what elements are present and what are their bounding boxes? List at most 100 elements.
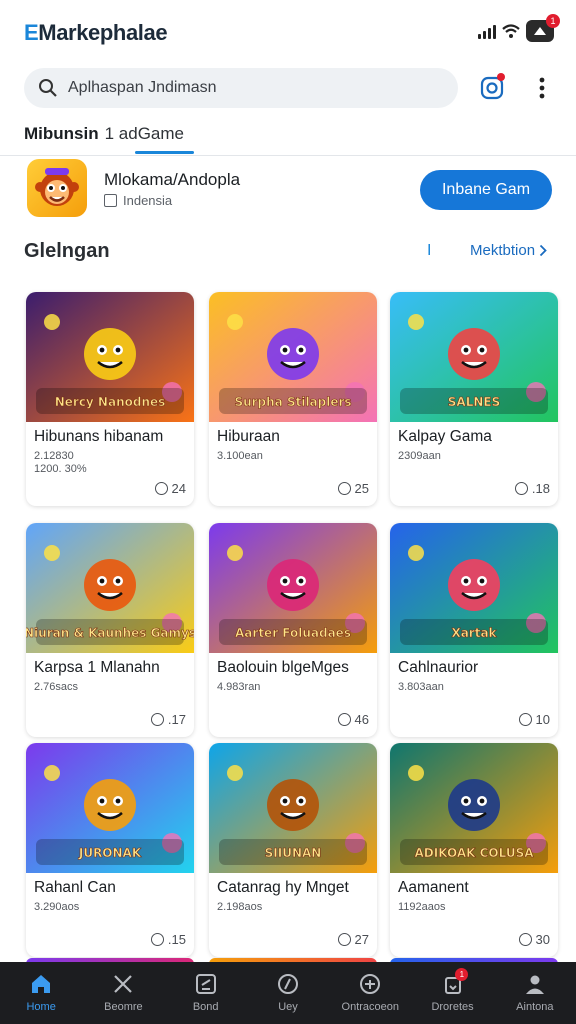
game-count-value: 46: [354, 712, 369, 727]
nav-item-cross[interactable]: Beomre: [82, 962, 164, 1024]
search-icon: [39, 79, 57, 97]
clock-icon: [514, 482, 528, 495]
tab-divider: [0, 155, 576, 156]
clock-icon: [337, 933, 351, 946]
game-card[interactable]: Surpha Stilaplers Hiburaan 3.100ean 25: [209, 292, 377, 506]
game-card[interactable]: SALNES Kalpay Gama 2309aan .18: [390, 292, 558, 506]
thumbnail-title: Niuran & Kaunhes Gamys: [26, 626, 194, 640]
game-card[interactable]: SIIUNAN Catanrag hy Mnget 2.198aos 27: [209, 743, 377, 957]
nav-item-person[interactable]: Aintona: [494, 962, 576, 1024]
clock-icon: [150, 713, 164, 726]
home-icon: [29, 972, 53, 996]
thumbnail-title: JURONAK: [78, 846, 142, 860]
compass-icon: [276, 972, 300, 996]
game-meta: 2.76sacs: [34, 681, 79, 693]
clock-icon: [150, 933, 164, 946]
more-options-button[interactable]: [526, 72, 558, 104]
game-count: 25: [337, 481, 369, 496]
featured-subtitle: Indensia: [104, 193, 172, 208]
logo-mark: E: [24, 20, 39, 45]
game-card[interactable]: ADIKOAK COLUSA Aamanent 1192aaos 30: [390, 743, 558, 957]
instagram-button[interactable]: [476, 72, 508, 104]
tab-bar: Mibunsin 1 adGame: [24, 124, 194, 156]
thumbnail-title: SALNES: [448, 395, 500, 409]
tab-main[interactable]: Mibunsin: [24, 124, 99, 144]
game-meta: 3.803aan: [398, 681, 444, 693]
notification-badge: 1: [546, 14, 560, 28]
game-count: 27: [337, 932, 369, 947]
game-title: Kalpay Gama: [398, 428, 492, 445]
section-separator: I: [427, 242, 432, 259]
person-icon: [523, 972, 547, 996]
game-thumbnail: SALNES: [390, 292, 558, 422]
game-thumbnail: JURONAK: [26, 743, 194, 873]
tab-games[interactable]: 1 adGame: [105, 124, 194, 154]
nav-label: Home: [26, 1001, 56, 1013]
clock-icon: [337, 713, 351, 726]
game-card[interactable]: Nercy Nanodnes Hibunans hibanam 2.12830 120…: [26, 292, 194, 506]
featured-title: Mlokama/Andopla: [104, 170, 241, 189]
nav-label: Bond: [192, 1001, 219, 1013]
game-count: 24: [154, 481, 186, 496]
search-bar[interactable]: [24, 68, 458, 108]
game-card[interactable]: Xartak Cahlnaurior 3.803aan 10: [390, 523, 558, 737]
game-count-value: .17: [167, 712, 186, 727]
circle-plus-icon: [358, 972, 382, 996]
clock-icon: [154, 482, 168, 495]
signal-icon: [478, 23, 496, 39]
more-vertical-icon: [539, 77, 545, 99]
nav-item-compass[interactable]: Uey: [247, 962, 329, 1024]
game-card[interactable]: JURONAK Rahanl Can 3.290aos .15: [26, 743, 194, 957]
game-count: 46: [337, 712, 369, 727]
nav-label: Ontracoeon: [341, 1001, 399, 1013]
region-tag-icon: [104, 194, 117, 207]
app-logo[interactable]: EMarkephalae: [24, 20, 168, 46]
tab-underline: [134, 151, 194, 154]
nav-item-note[interactable]: Bond: [165, 962, 247, 1024]
thumbnail-title: Aarter Foluadaes: [235, 626, 351, 640]
game-count-value: 24: [171, 481, 186, 496]
game-meta-secondary: 1200. 30%: [34, 463, 87, 475]
game-title: Karpsa 1 Mlanahn: [34, 659, 160, 676]
clock-icon: [518, 933, 532, 946]
search-input[interactable]: [68, 79, 428, 97]
game-title: Aamanent: [398, 879, 469, 896]
game-thumbnail: Xartak: [390, 523, 558, 653]
nav-badge: 1: [455, 968, 469, 981]
bottom-nav: Home Beomre Bond Uey Ontracoeon Droretes 1 Aint…: [0, 962, 576, 1024]
game-meta: 4.983ran: [217, 681, 261, 693]
nav-item-home[interactable]: Home: [0, 962, 82, 1024]
game-meta: 3.100ean: [217, 450, 263, 462]
cross-icon: [111, 972, 135, 996]
game-meta: 3.290aos: [34, 901, 80, 913]
game-thumbnail: Niuran & Kaunhes Gamys: [26, 523, 194, 653]
game-card[interactable]: Niuran & Kaunhes Gamys Karpsa 1 Mlanahn 2.…: [26, 523, 194, 737]
game-meta: 2309aan: [398, 450, 441, 462]
game-count-value: 10: [535, 712, 550, 727]
thumbnail-title: Surpha Stilaplers: [234, 395, 351, 409]
game-title: Rahanl Can: [34, 879, 116, 896]
nav-label: Droretes: [431, 1001, 474, 1013]
thumbnail-title: SIIUNAN: [265, 846, 322, 860]
game-count: .17: [150, 712, 186, 727]
game-thumbnail: Nercy Nanodnes: [26, 292, 194, 422]
featured-app-icon[interactable]: [27, 159, 87, 217]
see-more-link[interactable]: Mektbtion: [470, 242, 547, 259]
nav-item-bag[interactable]: Droretes 1: [411, 962, 493, 1024]
game-title: Cahlnaurior: [398, 659, 479, 676]
instagram-badge: [497, 73, 505, 81]
game-count-value: .18: [531, 481, 550, 496]
game-card[interactable]: Aarter Foluadaes Baolouin blgeMges 4.983ra…: [209, 523, 377, 737]
status-area: 1: [478, 14, 560, 42]
install-button[interactable]: Inbane Gam: [420, 170, 552, 210]
camera-status-icon[interactable]: 1: [526, 14, 560, 42]
game-count: .15: [150, 932, 186, 947]
clock-icon: [337, 482, 351, 495]
nav-label: Beomre: [104, 1001, 143, 1013]
game-title: Hibunans hibanam: [34, 428, 164, 445]
game-title: Baolouin blgeMges: [217, 659, 349, 676]
see-more-label: Mektbtion: [470, 242, 536, 259]
nav-item-circle-plus[interactable]: Ontracoeon: [329, 962, 411, 1024]
game-title: Catanrag hy Mnget: [217, 879, 349, 896]
game-count: .18: [514, 481, 550, 496]
